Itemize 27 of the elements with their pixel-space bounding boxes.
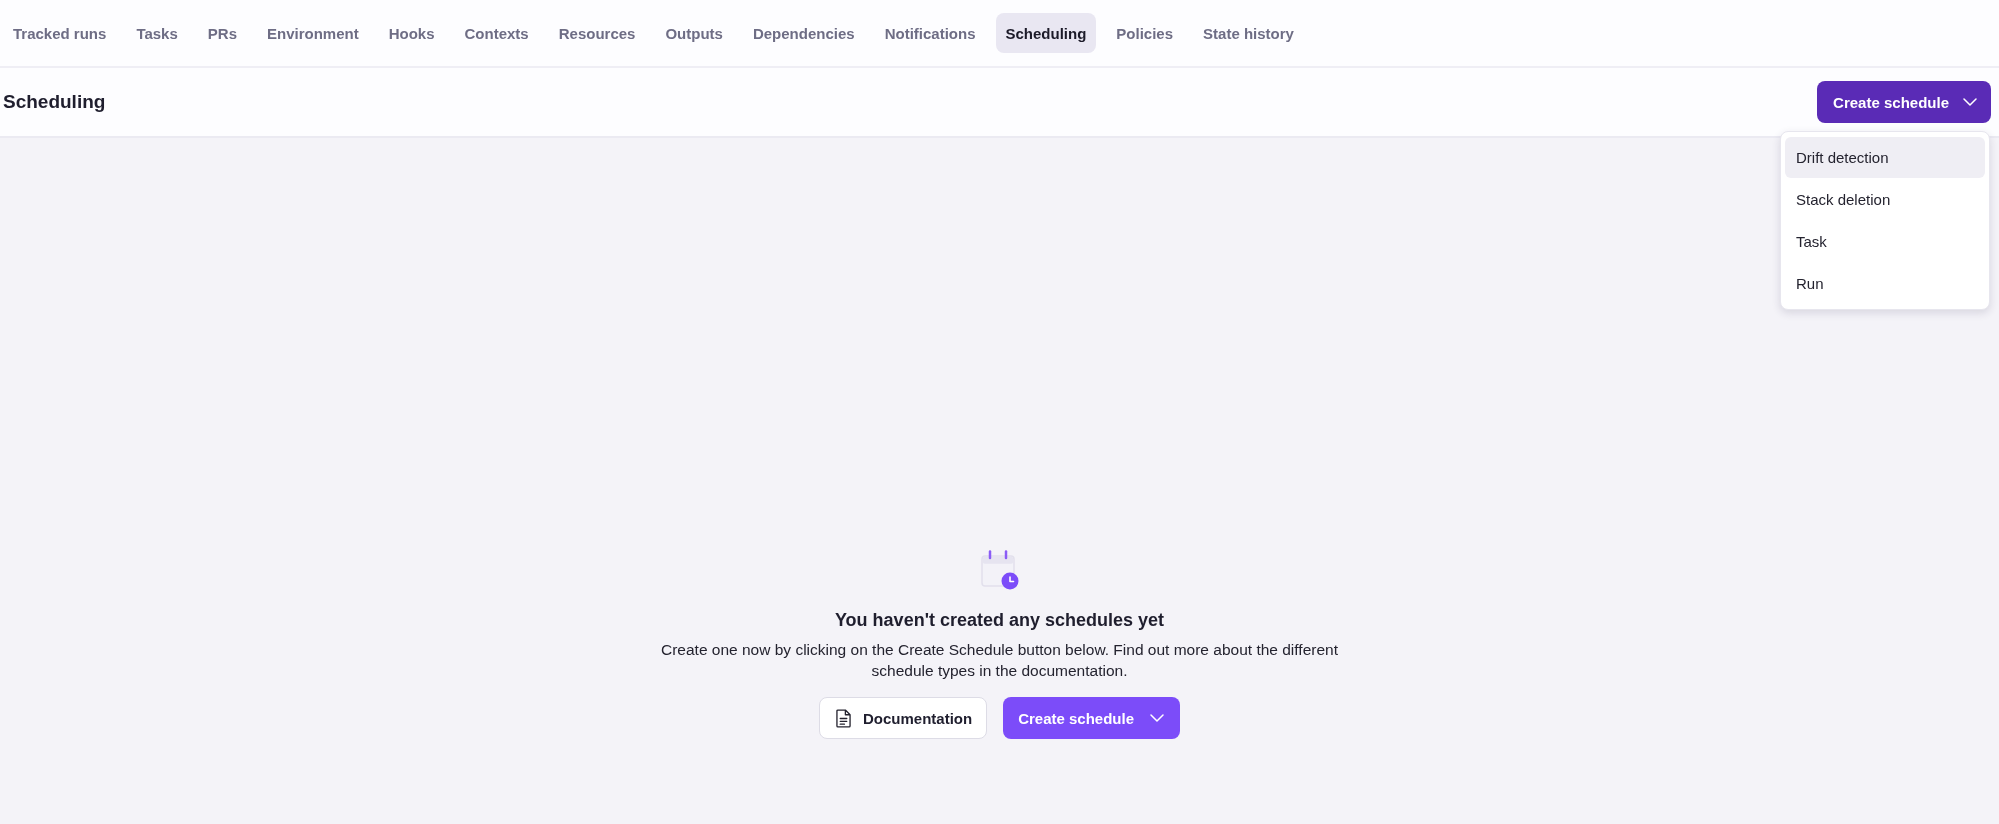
calendar-clock-icon bbox=[980, 550, 1019, 590]
nav-tab[interactable]: Dependencies bbox=[742, 13, 865, 53]
menu-item[interactable]: Drift detection bbox=[1785, 137, 1985, 178]
nav-tab[interactable]: Hooks bbox=[378, 13, 445, 53]
empty-state-description: Create one now by clicking on the Create Schedule button below. Find out more about the different schedule types in the documentation. bbox=[660, 640, 1339, 681]
create-schedule-button[interactable]: Create schedule bbox=[1003, 697, 1181, 739]
nav-tab[interactable]: Resources bbox=[548, 13, 646, 53]
nav-tab[interactable]: Policies bbox=[1106, 13, 1184, 53]
nav-tab[interactable]: State history bbox=[1193, 13, 1304, 53]
nav-tab[interactable]: Outputs bbox=[655, 13, 733, 53]
menu-item[interactable]: Run bbox=[1785, 263, 1985, 304]
create-schedule-button[interactable]: Create schedule bbox=[1817, 81, 1991, 123]
chevron-down-icon bbox=[1150, 714, 1165, 722]
nav-tab[interactable]: Scheduling bbox=[995, 13, 1097, 53]
chevron-down-icon bbox=[1963, 98, 1977, 106]
documentation-button[interactable]: Documentation bbox=[818, 697, 988, 739]
empty-state-title: You haven't created any schedules yet bbox=[834, 610, 1165, 631]
nav-tab[interactable]: Tasks bbox=[126, 13, 188, 53]
document-icon bbox=[835, 708, 851, 728]
nav-tab[interactable]: Notifications bbox=[874, 13, 986, 53]
nav-tab[interactable]: PRs bbox=[197, 13, 247, 53]
nav-tab[interactable]: Environment bbox=[257, 13, 369, 53]
menu-item[interactable]: Stack deletion bbox=[1785, 179, 1985, 220]
menu-item[interactable]: Task bbox=[1785, 221, 1985, 262]
page-title: Scheduling bbox=[3, 91, 106, 113]
nav-tab[interactable]: Tracked runs bbox=[3, 13, 117, 53]
nav-tab[interactable]: Contexts bbox=[454, 13, 539, 53]
